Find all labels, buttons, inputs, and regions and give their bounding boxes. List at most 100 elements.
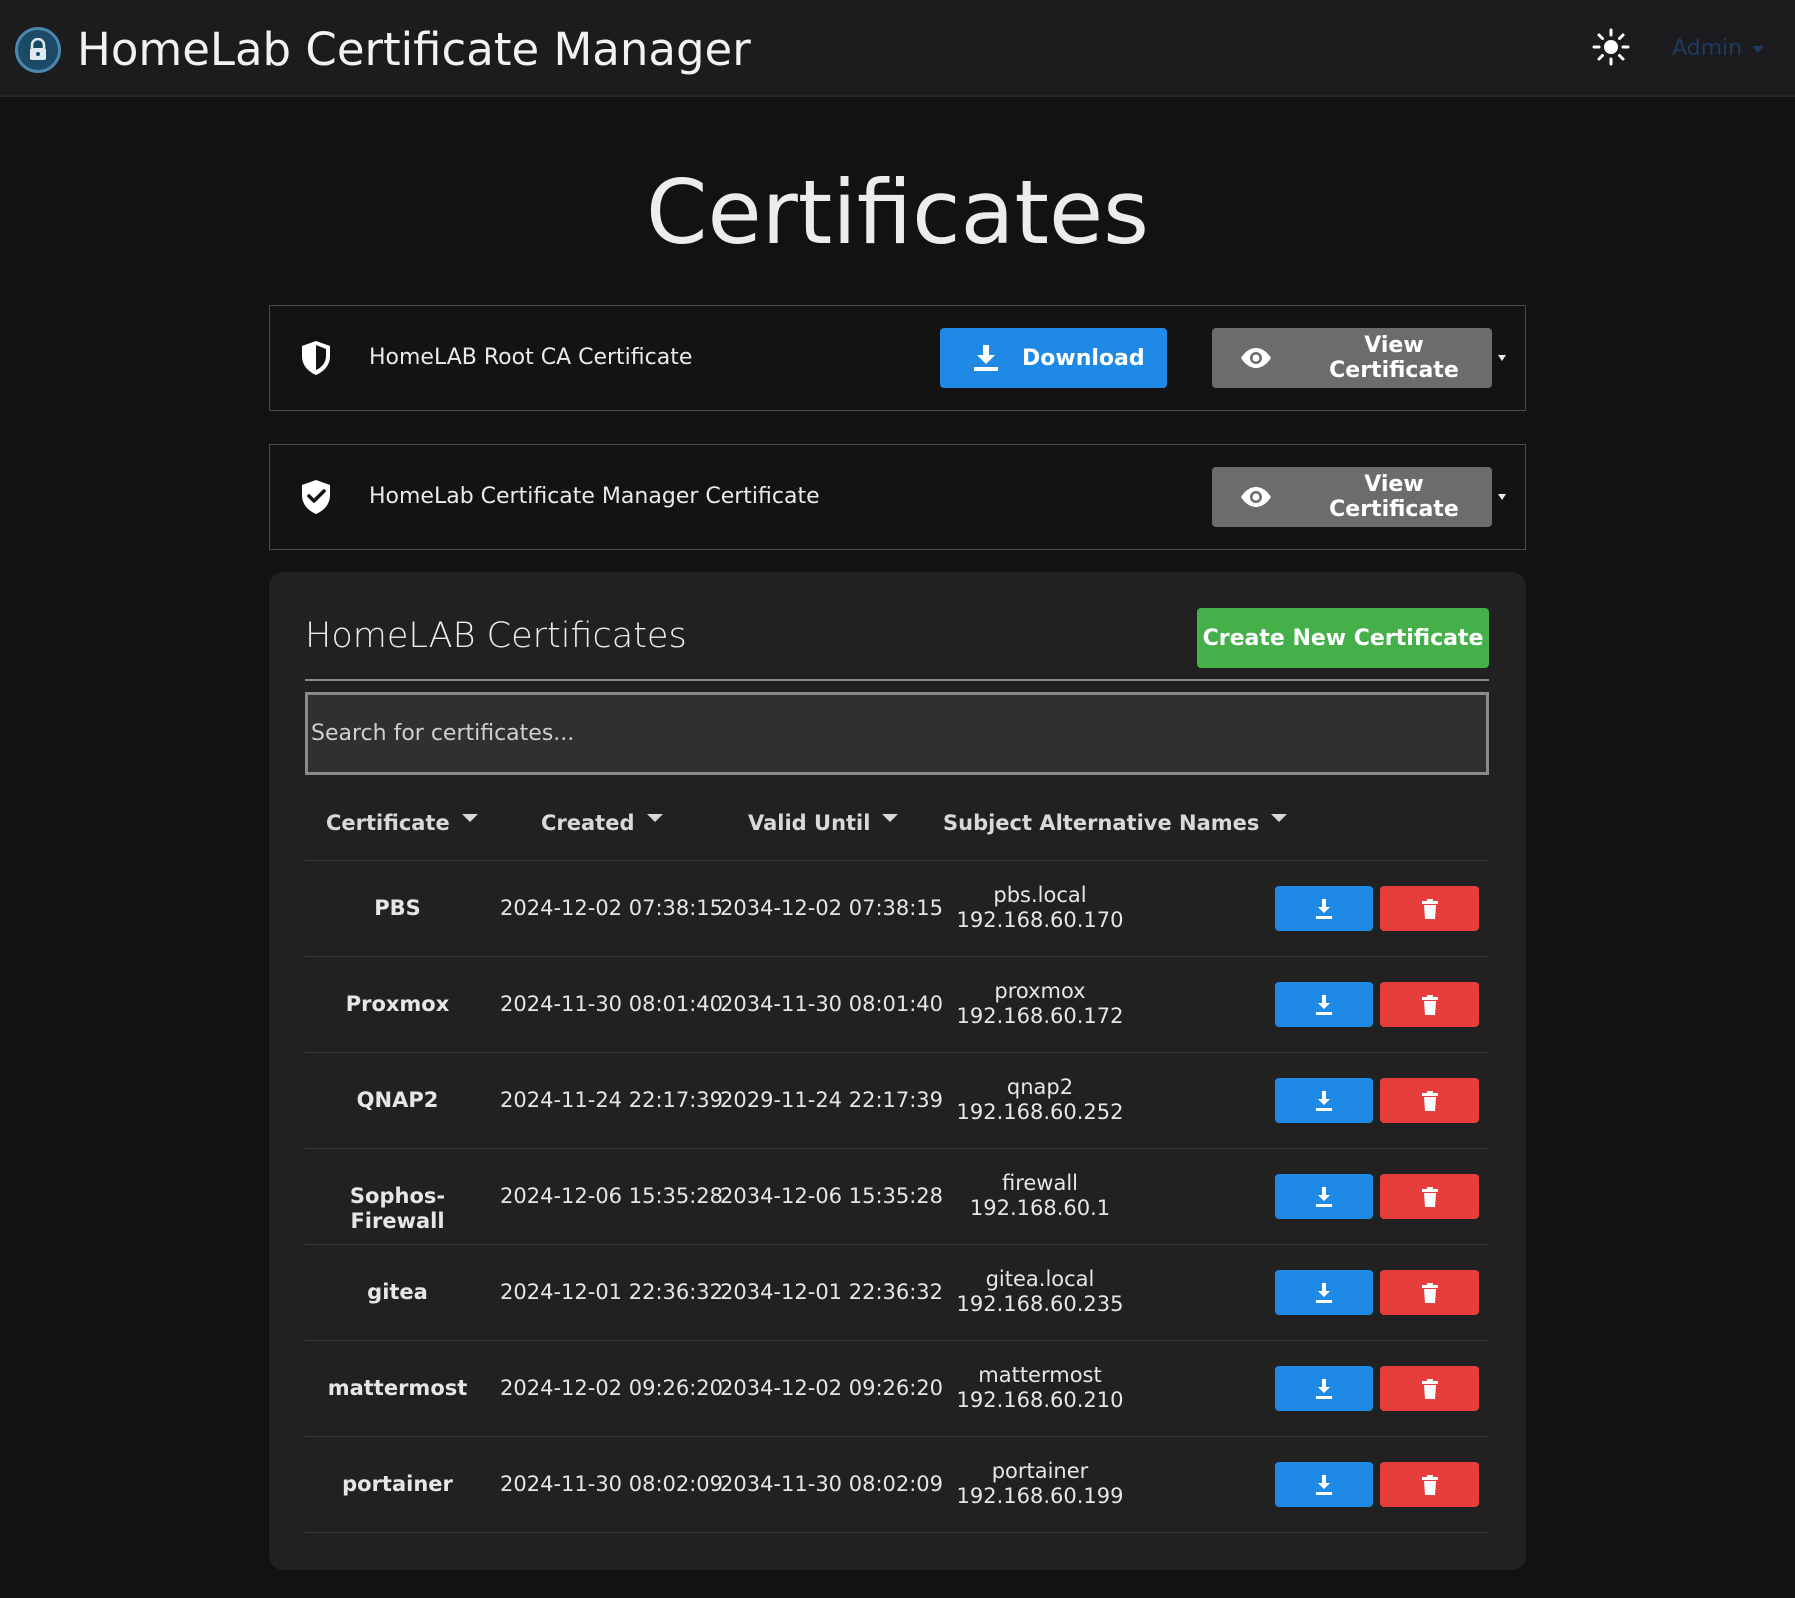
certificate-name: QNAP2 xyxy=(356,1088,439,1112)
sort-caret-icon xyxy=(1271,814,1288,822)
subject-alt-names: firewall 192.168.60.1 xyxy=(920,1171,1160,1221)
trash-icon xyxy=(1421,898,1438,919)
column-header-valid-until[interactable]: Valid Until xyxy=(748,808,899,838)
eye-icon xyxy=(1240,487,1271,507)
certificate-name: Proxmox xyxy=(345,992,450,1016)
subject-alt-names: gitea.local 192.168.60.235 xyxy=(920,1267,1160,1317)
search-input[interactable] xyxy=(305,692,1489,775)
navbar: HomeLab Certificate Manager Admin xyxy=(0,0,1795,97)
download-icon xyxy=(1316,1378,1332,1399)
download-certificate-button[interactable] xyxy=(1275,1078,1373,1123)
san-ip: 192.168.60.199 xyxy=(956,1484,1124,1508)
view-root-ca-button[interactable]: View Certificate xyxy=(1212,328,1492,388)
san-hostname: qnap2 xyxy=(1006,1075,1074,1099)
download-certificate-button[interactable] xyxy=(1275,1462,1373,1507)
brand-title[interactable]: HomeLab Certificate Manager xyxy=(77,20,751,80)
download-label: Download xyxy=(1022,345,1145,371)
valid-until-date: 2034-11-30 08:01:40 xyxy=(720,992,944,1016)
download-certificate-button[interactable] xyxy=(1275,1270,1373,1315)
created-date: 2024-12-01 22:36:32 xyxy=(500,1280,724,1304)
column-header-san[interactable]: Subject Alternative Names xyxy=(943,808,1288,838)
trash-icon xyxy=(1421,1474,1438,1495)
manager-cert-label: HomeLab Certificate Manager Certificate xyxy=(369,484,820,509)
valid-until-date: 2034-12-01 22:36:32 xyxy=(720,1280,944,1304)
sun-icon[interactable] xyxy=(1592,28,1630,66)
subject-alt-names: portainer 192.168.60.199 xyxy=(920,1459,1160,1509)
column-header-created[interactable]: Created xyxy=(541,808,663,838)
delete-certificate-button[interactable] xyxy=(1380,1462,1479,1507)
download-icon xyxy=(1316,1282,1332,1303)
download-icon xyxy=(1316,1090,1332,1111)
san-ip: 192.168.60.235 xyxy=(956,1292,1124,1316)
sort-caret-icon xyxy=(646,814,663,822)
certificates-panel: HomeLAB Certificates Create New Certific… xyxy=(269,572,1526,1570)
sort-caret-icon xyxy=(461,814,478,822)
subject-alt-names: proxmox 192.168.60.172 xyxy=(920,979,1160,1029)
valid-until-date: 2029-11-24 22:17:39 xyxy=(720,1088,944,1112)
delete-certificate-button[interactable] xyxy=(1380,1270,1479,1315)
delete-certificate-button[interactable] xyxy=(1380,1174,1479,1219)
download-icon xyxy=(1316,1474,1332,1495)
shield-check-icon xyxy=(302,480,330,514)
table-row: PBS 2024-12-02 07:38:15 2034-12-02 07:38:1… xyxy=(305,861,1489,957)
valid-until-date: 2034-12-06 15:35:28 xyxy=(720,1184,944,1208)
delete-certificate-button[interactable] xyxy=(1380,1078,1479,1123)
caret-down-icon[interactable] xyxy=(1498,494,1506,500)
created-date: 2024-12-02 09:26:20 xyxy=(500,1376,724,1400)
column-header-certificate[interactable]: Certificate xyxy=(326,808,478,838)
valid-until-date: 2034-12-02 09:26:20 xyxy=(720,1376,944,1400)
valid-until-date: 2034-11-30 08:02:09 xyxy=(720,1472,944,1496)
download-icon xyxy=(974,345,998,371)
shield-half-icon xyxy=(302,341,330,375)
create-certificate-button[interactable]: Create New Certificate xyxy=(1197,608,1489,668)
download-certificate-button[interactable] xyxy=(1275,1174,1373,1219)
eye-icon xyxy=(1240,348,1271,368)
san-ip: 192.168.60.1 xyxy=(969,1196,1111,1220)
table-row: Proxmox 2024-11-30 08:01:40 2034-11-30 08:… xyxy=(305,957,1489,1053)
trash-icon xyxy=(1421,1282,1438,1303)
view-label: View Certificate xyxy=(1329,472,1459,522)
table-row: portainer 2024-11-30 08:02:09 2034-11-30 0… xyxy=(305,1437,1489,1533)
view-manager-cert-button[interactable]: View Certificate xyxy=(1212,467,1492,527)
subject-alt-names: mattermost 192.168.60.210 xyxy=(920,1363,1160,1413)
subject-alt-names: pbs.local 192.168.60.170 xyxy=(920,883,1160,933)
san-hostname: pbs.local xyxy=(993,883,1087,907)
trash-icon xyxy=(1421,994,1438,1015)
table-row: QNAP2 2024-11-24 22:17:39 2029-11-24 22:17… xyxy=(305,1053,1489,1149)
delete-certificate-button[interactable] xyxy=(1380,982,1479,1027)
san-ip: 192.168.60.170 xyxy=(956,908,1124,932)
delete-certificate-button[interactable] xyxy=(1380,886,1479,931)
san-ip: 192.168.60.252 xyxy=(956,1100,1124,1124)
table-row: gitea 2024-12-01 22:36:32 2034-12-01 22:36… xyxy=(305,1245,1489,1341)
created-date: 2024-12-06 15:35:28 xyxy=(500,1184,724,1208)
download-certificate-button[interactable] xyxy=(1275,982,1373,1027)
san-hostname: portainer xyxy=(991,1459,1089,1483)
page-title: Certificates xyxy=(646,161,1149,264)
divider xyxy=(305,679,1489,681)
lock-icon[interactable] xyxy=(15,27,61,73)
created-date: 2024-11-30 08:01:40 xyxy=(500,992,724,1016)
created-date: 2024-11-24 22:17:39 xyxy=(500,1088,724,1112)
trash-icon xyxy=(1421,1090,1438,1111)
manager-cert-card: HomeLab Certificate Manager Certificate … xyxy=(269,444,1526,550)
caret-down-icon[interactable] xyxy=(1498,355,1506,361)
download-root-ca-button[interactable]: Download xyxy=(940,328,1167,388)
created-date: 2024-12-02 07:38:15 xyxy=(500,896,724,920)
root-ca-card: HomeLAB Root CA Certificate Download Vie… xyxy=(269,305,1526,411)
download-icon xyxy=(1316,1186,1332,1207)
admin-dropdown[interactable]: Admin xyxy=(1672,34,1765,64)
delete-certificate-button[interactable] xyxy=(1380,1366,1479,1411)
download-certificate-button[interactable] xyxy=(1275,886,1373,931)
download-certificate-button[interactable] xyxy=(1275,1366,1373,1411)
download-icon xyxy=(1316,898,1332,919)
san-hostname: mattermost xyxy=(978,1363,1102,1387)
trash-icon xyxy=(1421,1186,1438,1207)
table-row: Sophos-Firewall 2024-12-06 15:35:28 2034-1… xyxy=(305,1149,1489,1245)
admin-label: Admin xyxy=(1672,36,1743,61)
san-hostname: gitea.local xyxy=(985,1267,1095,1291)
san-hostname: proxmox xyxy=(994,979,1086,1003)
san-ip: 192.168.60.210 xyxy=(956,1388,1124,1412)
subject-alt-names: qnap2 192.168.60.252 xyxy=(920,1075,1160,1125)
certificate-name: portainer xyxy=(342,1472,453,1496)
san-ip: 192.168.60.172 xyxy=(956,1004,1124,1028)
